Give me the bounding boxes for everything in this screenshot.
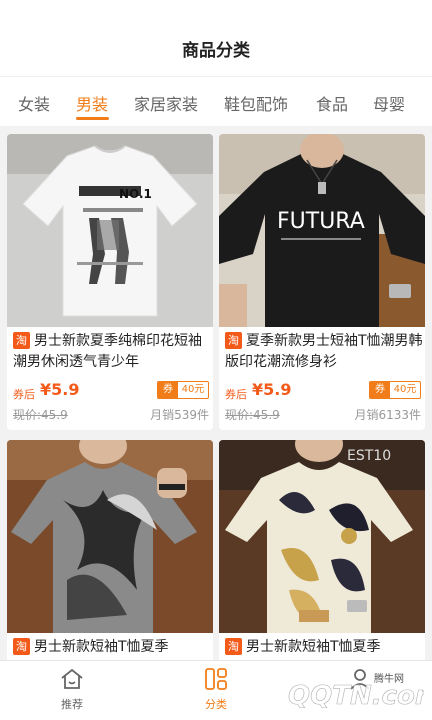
monthly-sales: 月销539件 bbox=[150, 408, 209, 422]
nav-category[interactable]: 分类 bbox=[186, 667, 246, 712]
product-title-text: 男士新款短袖T恤夏季 bbox=[34, 639, 169, 655]
price-prefix: 券后 bbox=[225, 388, 247, 401]
tab-home[interactable]: 家居家装 bbox=[134, 91, 198, 115]
taobao-badge: 淘 bbox=[13, 638, 30, 655]
product-title-text: 男士新款短袖T恤夏季 bbox=[246, 639, 381, 655]
product-card[interactable]: 淘男士新款短袖T恤夏季 bbox=[7, 440, 213, 660]
price-prefix: 券后 bbox=[13, 388, 35, 401]
product-grid: NO.1 淘男士新款夏季纯棉印花短袖潮男休闲透气青少年 券后 ¥5.9 券 40… bbox=[0, 126, 432, 660]
shirt-print-text: NO.1 bbox=[119, 187, 152, 201]
monthly-sales: 月销6133件 bbox=[354, 408, 421, 422]
product-title[interactable]: 淘男士新款短袖T恤夏季 bbox=[225, 637, 423, 660]
watermark-small-text: 腾牛网 bbox=[374, 672, 404, 685]
product-title-text: 夏季新款男士短袖T恤潮男韩版印花潮流修身衫 bbox=[225, 333, 423, 370]
background-sign-text: EST10 bbox=[347, 448, 391, 464]
nav-recommend[interactable]: 推荐 bbox=[42, 667, 102, 712]
shirt-print-text: FUTURA bbox=[277, 209, 365, 234]
watermark-text: QQTN.com bbox=[288, 681, 424, 711]
taobao-badge: 淘 bbox=[13, 332, 30, 349]
header: 商品分类 bbox=[0, 0, 432, 76]
page-title: 商品分类 bbox=[182, 41, 250, 61]
product-card[interactable]: FUTURA 淘夏季新款男士短袖T恤潮男韩版印花潮流修身衫 券后 ¥5.9 券 … bbox=[219, 134, 425, 430]
tab-women[interactable]: 女装 bbox=[18, 91, 50, 115]
tab-baby[interactable]: 母婴 bbox=[373, 91, 405, 115]
product-image[interactable]: EST10 bbox=[219, 440, 425, 633]
nav-category-label: 分类 bbox=[205, 698, 227, 711]
active-tab-indicator bbox=[76, 117, 109, 120]
home-icon bbox=[61, 668, 83, 689]
watermark-logo: QQTN.com 腾牛网 bbox=[250, 672, 424, 712]
product-image[interactable]: FUTURA bbox=[219, 134, 425, 327]
coupon-price: ¥5.9 bbox=[40, 380, 80, 399]
product-image[interactable] bbox=[7, 440, 213, 633]
coupon-value: 40元 bbox=[393, 384, 417, 395]
tab-men[interactable]: 男装 bbox=[76, 91, 108, 115]
category-icon bbox=[205, 668, 227, 690]
taobao-badge: 淘 bbox=[225, 332, 242, 349]
tab-food[interactable]: 食品 bbox=[316, 91, 348, 115]
price-row: 券后 ¥5.9 券 40元 bbox=[225, 379, 421, 401]
product-title-text: 男士新款夏季纯棉印花短袖潮男休闲透气青少年 bbox=[13, 333, 202, 370]
original-price: 现价:45.9 bbox=[225, 408, 280, 422]
product-title[interactable]: 淘男士新款夏季纯棉印花短袖潮男休闲透气青少年 bbox=[13, 331, 211, 373]
coupon-badge[interactable]: 券 40元 bbox=[369, 381, 421, 399]
product-title[interactable]: 淘夏季新款男士短袖T恤潮男韩版印花潮流修身衫 bbox=[225, 331, 423, 373]
coupon-value: 40元 bbox=[181, 384, 205, 395]
original-price: 现价:45.9 bbox=[13, 408, 68, 422]
product-card[interactable]: NO.1 淘男士新款夏季纯棉印花短袖潮男休闲透气青少年 券后 ¥5.9 券 40… bbox=[7, 134, 213, 430]
coupon-label: 券 bbox=[370, 382, 390, 398]
product-title[interactable]: 淘男士新款短袖T恤夏季 bbox=[13, 637, 211, 660]
coupon-price: ¥5.9 bbox=[252, 380, 292, 399]
product-card[interactable]: EST10 淘男士新款短袖T恤夏季 bbox=[219, 440, 425, 660]
taobao-badge: 淘 bbox=[225, 638, 242, 655]
tab-accessories[interactable]: 鞋包配饰 bbox=[224, 91, 288, 115]
nav-recommend-label: 推荐 bbox=[61, 698, 83, 711]
product-image[interactable]: NO.1 bbox=[7, 134, 213, 327]
coupon-badge[interactable]: 券 40元 bbox=[157, 381, 209, 399]
price-row: 券后 ¥5.9 券 40元 bbox=[13, 379, 209, 401]
coupon-label: 券 bbox=[158, 382, 178, 398]
category-tabs: 女装 男装 家居家装 鞋包配饰 食品 母婴 bbox=[0, 76, 432, 126]
